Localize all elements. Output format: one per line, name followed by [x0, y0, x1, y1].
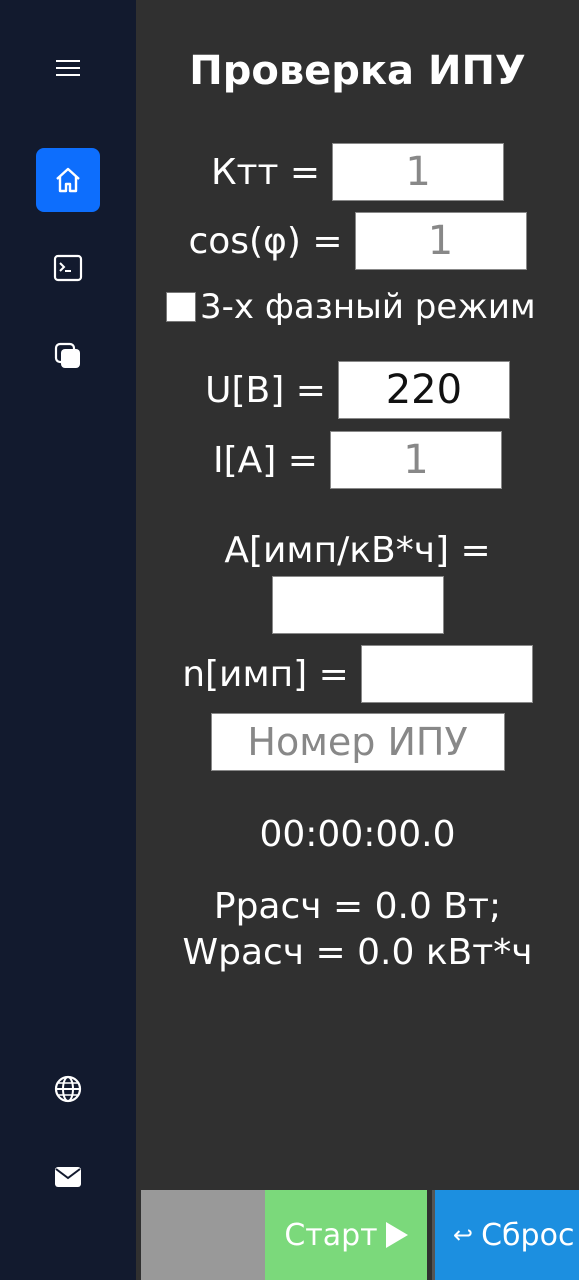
impulse-constant-input[interactable]: [271, 576, 444, 634]
return-icon: ↩: [453, 1221, 474, 1249]
start-button-label: Старт: [284, 1217, 378, 1253]
start-button[interactable]: Старт: [265, 1190, 427, 1280]
sidebar: [0, 0, 136, 1280]
voltage-label: U[B] =: [205, 369, 326, 411]
three-phase-row: 3-х фазный режим: [166, 287, 579, 327]
reset-button-label: Сброс: [481, 1217, 575, 1253]
terminal-icon[interactable]: [36, 236, 100, 300]
meter-number-row: [136, 713, 579, 771]
reset-button[interactable]: ↩ Сброс: [432, 1190, 579, 1280]
menu-icon[interactable]: [36, 36, 100, 100]
main-panel: Проверка ИПУ Ктт = cos(φ) = 3-х фазный р…: [136, 0, 579, 1280]
current-row: I[A] =: [136, 431, 579, 489]
timer-display: 00:00:00.0: [259, 814, 456, 855]
page-title: Проверка ИПУ: [189, 48, 526, 94]
meter-number-input[interactable]: [210, 713, 505, 771]
ktt-row: Ктт =: [136, 143, 579, 201]
cos-row: cos(φ) =: [136, 212, 579, 270]
globe-icon[interactable]: [36, 1057, 100, 1121]
cos-input[interactable]: [354, 212, 527, 270]
voltage-input[interactable]: [337, 361, 510, 419]
impulse-count-row: n[имп] =: [136, 645, 579, 703]
copy-icon[interactable]: [36, 324, 100, 388]
impulse-count-input[interactable]: [360, 645, 533, 703]
ktt-label: Ктт =: [210, 151, 321, 193]
bottom-button-bar: Старт ↩ Сброс: [141, 1190, 579, 1280]
blank-button[interactable]: [141, 1190, 265, 1280]
home-icon[interactable]: [36, 148, 100, 212]
cos-label: cos(φ) =: [188, 220, 343, 262]
current-input[interactable]: [329, 431, 502, 489]
impulse-constant-label: A[имп/кВ*ч] =: [224, 530, 491, 571]
energy-calc: Wрасч = 0.0 кВт*ч: [182, 932, 533, 973]
current-label: I[A] =: [213, 439, 318, 481]
ktt-input[interactable]: [332, 143, 505, 201]
voltage-row: U[B] =: [136, 361, 579, 419]
impulse-constant-row: [136, 576, 579, 634]
impulse-count-label: n[имп] =: [182, 653, 349, 695]
play-icon: [385, 1222, 408, 1248]
power-calc: Ррасч = 0.0 Вт;: [213, 886, 502, 927]
three-phase-label: 3-х фазный режим: [200, 287, 536, 327]
mail-icon[interactable]: [36, 1145, 100, 1209]
three-phase-checkbox[interactable]: [166, 292, 196, 322]
